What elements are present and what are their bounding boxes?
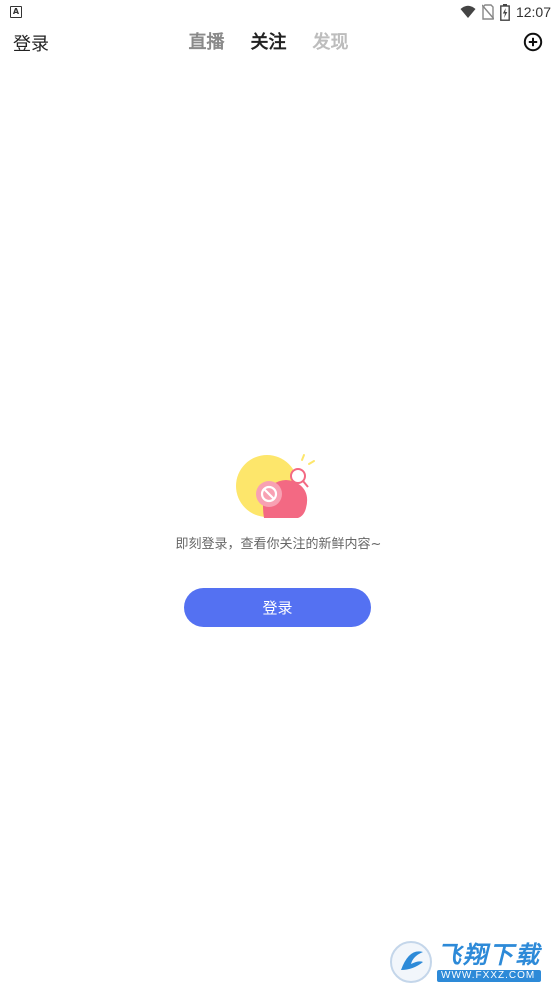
watermark-title: 飞翔下载 [437,940,541,969]
empty-state-message: 即刻登录，查看你关注的新鲜内容~ [175,537,382,552]
tab-discover[interactable]: 发现 [313,28,349,54]
watermark: 飞翔下载 WWW.FXXZ.COM [389,938,549,986]
status-right-group: 12:07 [460,2,551,22]
watermark-url: WWW.FXXZ.COM [437,969,541,982]
status-time: 12:07 [515,4,551,20]
login-button[interactable]: 登录 [184,588,371,627]
empty-state: 即刻登录，查看你关注的新鲜内容~ [0,450,557,552]
plus-circle-icon[interactable] [523,32,543,52]
tab-bar: 直播 关注 发现 [0,28,557,54]
tab-following[interactable]: 关注 [251,28,287,54]
top-navigation: 登录 直播 关注 发现 [0,24,557,62]
notification-a-icon: A [10,6,22,18]
tab-live[interactable]: 直播 [189,28,225,54]
status-bar: A 12:07 [0,0,557,24]
wifi-icon [460,5,476,18]
watermark-text: 飞翔下载 WWW.FXXZ.COM [437,943,541,982]
battery-charging-icon [500,3,510,21]
no-sim-icon [481,4,494,20]
watermark-logo-icon [390,941,432,983]
blocked-bell-illustration [235,454,315,518]
